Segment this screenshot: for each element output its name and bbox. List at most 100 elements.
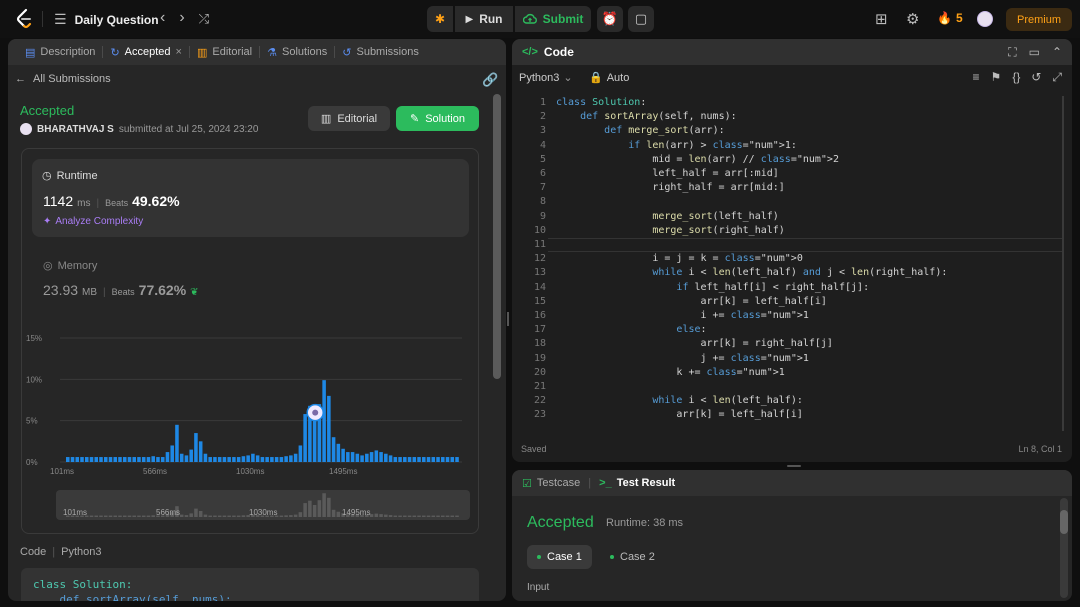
chart-bar[interactable]	[327, 395, 331, 462]
chart-bar[interactable]	[384, 453, 388, 462]
tab-solutions[interactable]: ⚗ Solutions	[260, 39, 334, 65]
chart-bar[interactable]	[198, 441, 203, 462]
chart-bar[interactable]	[179, 453, 184, 462]
code-preview[interactable]: class Solution: def sortArray(self, nums…	[21, 568, 479, 601]
chart-bar[interactable]	[412, 457, 417, 462]
chart-bar[interactable]	[417, 457, 421, 462]
chart-bar[interactable]	[403, 457, 407, 462]
chart-bar[interactable]	[232, 457, 236, 462]
code-lines[interactable]: class Solution: def sortArray(self, nums…	[556, 96, 947, 423]
chart-bar[interactable]	[113, 457, 118, 462]
chart-bar[interactable]	[369, 452, 374, 462]
editorial-button[interactable]: ▥ Editorial	[308, 106, 390, 131]
code-line[interactable]: right_half = arr[mid:]	[556, 181, 947, 195]
language-select[interactable]: Python3 ⌄	[519, 71, 573, 85]
chart-bar[interactable]	[441, 457, 445, 462]
chart-bar[interactable]	[350, 452, 355, 462]
chart-bar[interactable]	[146, 457, 151, 462]
chart-bar[interactable]	[151, 456, 155, 462]
timer-button[interactable]: ⏰	[597, 6, 623, 32]
code-line[interactable]: arr[k] = left_half[i]	[556, 295, 947, 309]
streak-counter[interactable]: 🔥 5	[937, 11, 963, 25]
code-line[interactable]: left_half = arr[:mid]	[556, 167, 947, 181]
reset-icon[interactable]: ↺	[1031, 70, 1041, 85]
chart-bar[interactable]	[246, 455, 250, 462]
chart-bar[interactable]	[137, 457, 141, 462]
code-line[interactable]	[556, 380, 947, 394]
code-line[interactable]: class Solution:	[556, 96, 947, 110]
chart-bar[interactable]	[298, 445, 303, 462]
code-line[interactable]: mid = len(arr) // class="num">2	[556, 153, 947, 167]
analyze-complexity-link[interactable]: ✦ Analyze Complexity	[43, 216, 143, 227]
chart-bar[interactable]	[141, 457, 146, 462]
chart-bar[interactable]	[227, 457, 231, 462]
chart-bar[interactable]	[217, 457, 222, 462]
gear-icon[interactable]: ⚙	[906, 10, 919, 28]
chart-bar[interactable]	[284, 456, 288, 462]
chart-bar[interactable]	[374, 450, 379, 462]
chart-bar[interactable]	[89, 457, 94, 462]
debug-button[interactable]: ✱	[427, 6, 453, 32]
bookmark-icon[interactable]: ⚑	[991, 70, 1002, 85]
chart-bar[interactable]	[236, 457, 241, 462]
chart-bar[interactable]	[203, 453, 208, 462]
chart-bar[interactable]	[103, 457, 108, 462]
chart-bar[interactable]	[156, 457, 160, 462]
chart-bar[interactable]	[189, 449, 193, 462]
chart-bar[interactable]	[94, 457, 99, 462]
chart-bar[interactable]	[388, 455, 393, 462]
code-line[interactable]: if len(arr) > class="num">1:	[556, 139, 947, 153]
chart-bar[interactable]	[422, 457, 426, 462]
scrollbar-thumb[interactable]	[1060, 510, 1068, 534]
tab-description[interactable]: ▤ Description	[18, 39, 102, 65]
fullscreen-icon[interactable]: ⤢	[1052, 70, 1062, 85]
code-line[interactable]: while i < len(left_half) and j < len(rig…	[556, 266, 947, 280]
leetcode-logo-icon[interactable]	[14, 8, 34, 30]
chart-bar[interactable]	[75, 457, 80, 462]
chart-bar[interactable]	[66, 457, 70, 462]
chart-bar[interactable]	[360, 455, 364, 462]
chart-bar[interactable]	[346, 452, 350, 462]
code-line[interactable]	[556, 238, 947, 252]
link-icon[interactable]: 🔗	[482, 72, 498, 88]
chart-bar[interactable]	[336, 443, 341, 462]
run-button[interactable]: ▶ Run	[455, 6, 513, 32]
problem-list-button[interactable]: ☰ Daily Question	[54, 11, 159, 28]
chart-bar[interactable]	[379, 452, 383, 462]
chart-bar[interactable]	[175, 424, 179, 462]
chart-bar[interactable]	[365, 453, 369, 462]
chart-bar[interactable]	[322, 380, 326, 462]
code-line[interactable]: k += class="num">1	[556, 366, 947, 380]
chart-bar[interactable]	[450, 457, 455, 462]
format-icon[interactable]: ≡	[973, 70, 980, 85]
code-line[interactable]: merge_sort(left_half)	[556, 210, 947, 224]
chart-bar[interactable]	[426, 457, 431, 462]
scrollbar[interactable]	[1062, 96, 1064, 431]
tab-test-result[interactable]: >_ Test Result	[599, 477, 675, 489]
chart-bar[interactable]	[127, 457, 132, 462]
code-line[interactable]: j += class="num">1	[556, 352, 947, 366]
tab-testcase[interactable]: ☑ Testcase	[522, 477, 580, 490]
tab-submissions[interactable]: ↺ Submissions	[335, 39, 426, 65]
chart-bar[interactable]	[222, 457, 227, 462]
chart-bar[interactable]	[436, 457, 440, 462]
chart-bar[interactable]	[407, 457, 412, 462]
chart-bar[interactable]	[355, 453, 360, 462]
prev-arrow-icon[interactable]: ‹	[160, 9, 165, 27]
chart-bar[interactable]	[398, 457, 402, 462]
solution-button[interactable]: ✎ Solution	[396, 106, 479, 131]
case-2-tab[interactable]: Case 2	[600, 545, 665, 569]
notes-button[interactable]: ▢	[628, 6, 654, 32]
chart-bar[interactable]	[255, 455, 260, 462]
chart-bar[interactable]	[132, 457, 137, 462]
chart-bar[interactable]	[165, 452, 170, 462]
code-line[interactable]: merge_sort(right_half)	[556, 224, 947, 238]
code-line[interactable]: while i < len(left_half):	[556, 394, 947, 408]
case-1-tab[interactable]: Case 1	[527, 545, 592, 569]
chart-bar[interactable]	[260, 457, 265, 462]
memory-value[interactable]: 23.93 MB | Beats 77.62% ❦	[43, 282, 199, 298]
chevron-up-icon[interactable]: ⌃	[1052, 45, 1062, 60]
code-line[interactable]: i += class="num">1	[556, 309, 947, 323]
resize-handle-horizontal[interactable]	[787, 465, 801, 467]
chart-bar[interactable]	[241, 456, 246, 462]
